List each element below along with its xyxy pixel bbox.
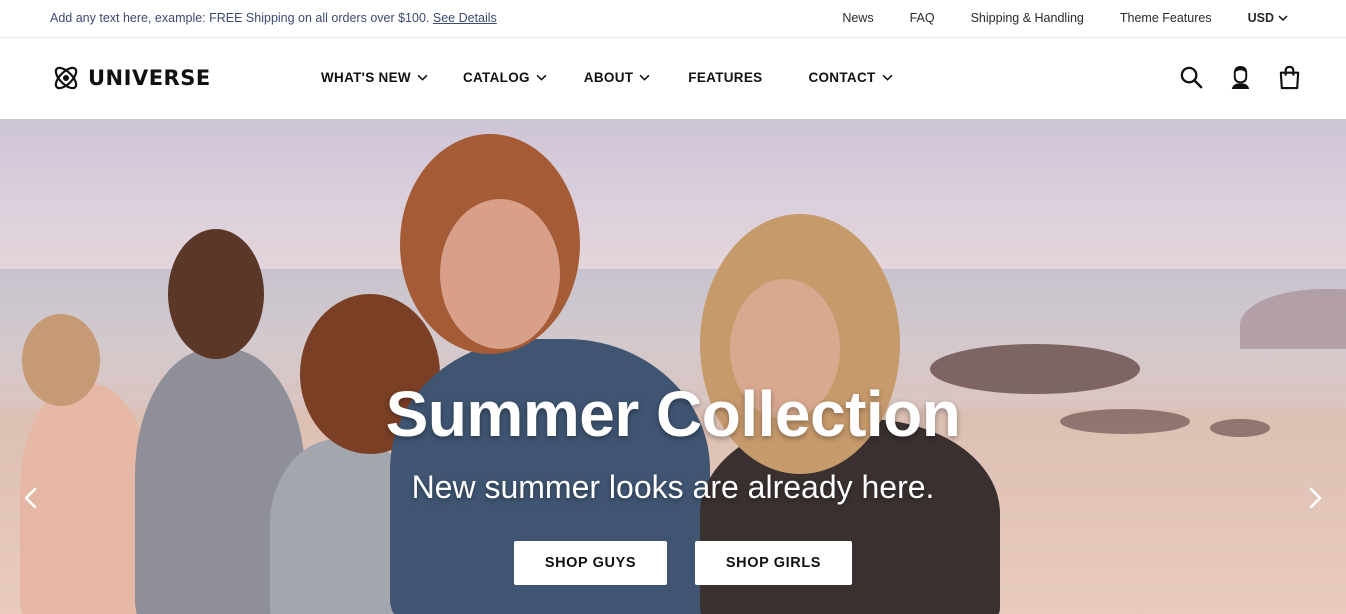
shop-girls-button[interactable]: SHOP GIRLS (695, 541, 852, 585)
chevron-down-icon (639, 74, 650, 81)
currency-label: USD (1247, 11, 1274, 25)
nav-label: CATALOG (462, 70, 530, 85)
top-link-theme-features[interactable]: Theme Features (1120, 11, 1212, 25)
search-icon[interactable] (1179, 65, 1204, 90)
top-link-shipping[interactable]: Shipping & Handling (971, 11, 1084, 25)
nav-features[interactable]: FEATURES (688, 70, 762, 85)
main-nav: WHAT'S NEW CATALOG ABOUT FEATURES CONTAC… (321, 70, 893, 85)
nav-label: FEATURES (688, 70, 763, 85)
logo[interactable]: UNIVERSE (50, 61, 211, 95)
nav-catalog[interactable]: CATALOG (463, 70, 547, 85)
hero-subtitle: New summer looks are already here. (411, 469, 935, 505)
top-link-faq[interactable]: FAQ (910, 11, 935, 25)
logo-text: UNIVERSE (88, 66, 211, 90)
chevron-down-icon (536, 74, 547, 81)
hero-title: Summer Collection (385, 378, 961, 450)
top-bar: Add any text here, example: FREE Shippin… (0, 0, 1346, 38)
hero-banner: Summer Collection New summer looks are a… (0, 119, 1346, 614)
main-header: UNIVERSE WHAT'S NEW CATALOG ABOUT FEATUR… (0, 39, 1346, 119)
shop-guys-button[interactable]: SHOP GUYS (514, 541, 667, 585)
chevron-down-icon (1278, 15, 1288, 22)
chevron-down-icon (417, 74, 428, 81)
nav-label: CONTACT (808, 70, 876, 85)
top-link-news[interactable]: News (842, 11, 873, 25)
nav-label: WHAT'S NEW (321, 70, 411, 85)
nav-about[interactable]: ABOUT (584, 70, 651, 85)
promo-message: Add any text here, example: FREE Shippin… (50, 11, 497, 25)
nav-contact[interactable]: CONTACT (808, 70, 892, 85)
top-links: News FAQ Shipping & Handling Theme Featu… (842, 11, 1346, 25)
chevron-down-icon (882, 74, 892, 81)
promo-text: Add any text here, example: FREE Shippin… (50, 11, 430, 25)
account-icon[interactable] (1228, 65, 1253, 90)
logo-mark-icon (54, 66, 78, 90)
see-details-link[interactable]: See Details (433, 11, 497, 25)
header-icons (1179, 65, 1302, 90)
currency-selector[interactable]: USD (1248, 11, 1288, 25)
cart-icon[interactable] (1277, 65, 1302, 90)
nav-label: ABOUT (583, 70, 634, 85)
nav-whats-new[interactable]: WHAT'S NEW (321, 70, 428, 85)
